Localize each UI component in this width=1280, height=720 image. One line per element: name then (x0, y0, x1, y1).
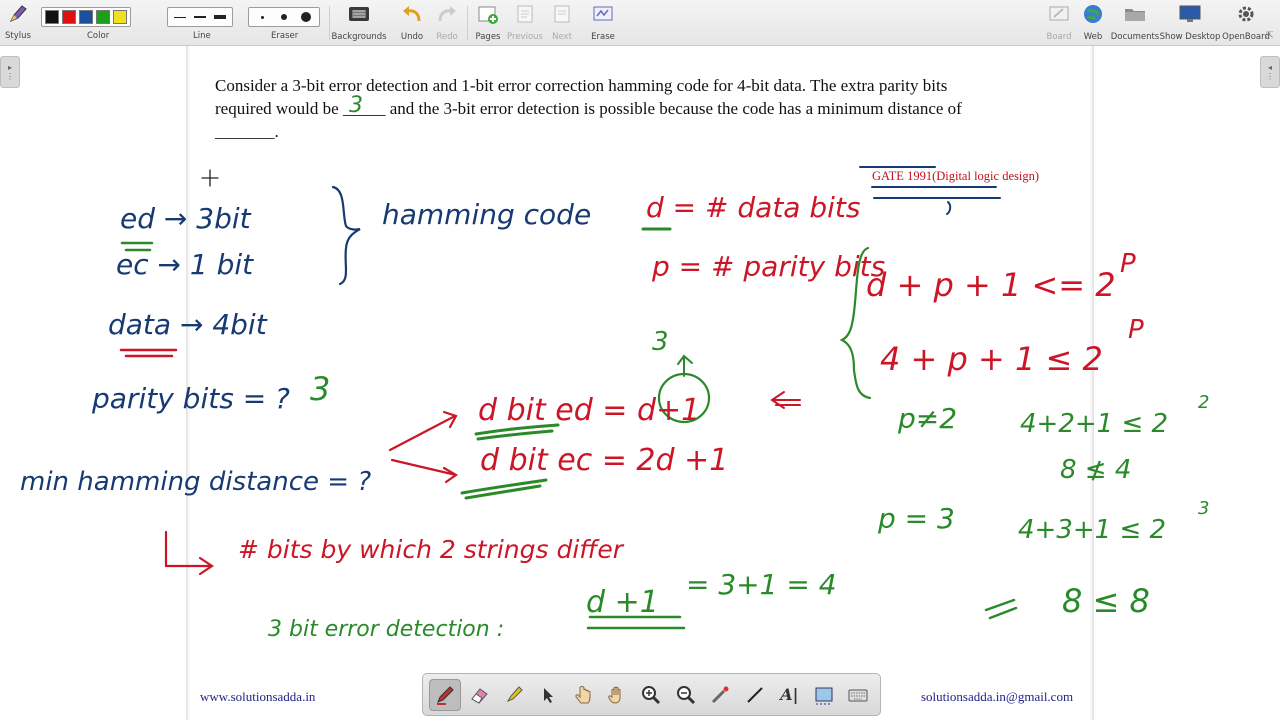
ink-arrow (677, 354, 693, 377)
select-tool-button[interactable] (532, 679, 563, 711)
ink-parity-answer: 3 (310, 370, 330, 408)
ink-exponent-p-1: P (1120, 249, 1136, 279)
ink-underline (119, 348, 178, 358)
hand-icon (608, 686, 621, 704)
ink-p-equals-3: p = 3 (877, 502, 955, 535)
eraser-icon (471, 687, 488, 704)
eraser-tool-button[interactable] (464, 679, 495, 711)
line-tool-button[interactable] (739, 679, 770, 711)
ink-3bit-detection: 3 bit error detection : (268, 617, 504, 642)
keyboard-icon (848, 689, 868, 701)
ink-d-plus-1: d +1 (586, 585, 659, 620)
interact-tool-button[interactable] (567, 679, 598, 711)
pen-icon (436, 685, 454, 705)
ink-bits-differ: # bits by which 2 strings differ (238, 535, 625, 564)
ink-result: = 3+1 = 4 (686, 568, 837, 601)
ink-eight-not-le-four: 8 ≰ 4 (1060, 455, 1131, 485)
laser-pointer-button[interactable] (705, 679, 736, 711)
ink-ec-1bit: ec → 1 bit (116, 248, 254, 281)
red-ink: d = # data bits p = # parity bits d + p … (238, 191, 1144, 564)
cursor-arrow-icon (544, 687, 554, 703)
ink-check-p2: 4+2+1 ≤ 2 (1020, 409, 1168, 439)
ink-exponent-p-2: P (1128, 315, 1144, 345)
ink-brace (331, 185, 361, 286)
ink-mark (946, 201, 952, 215)
ink-mark (984, 598, 1018, 620)
ink-parity-bits: parity bits = ? (91, 382, 290, 415)
laser-pointer-icon (712, 686, 729, 703)
ink-arrow (770, 391, 801, 409)
pen-tool-button[interactable] (429, 678, 461, 711)
footer-website: www.solutionsadda.in (200, 689, 316, 704)
cursor-crosshair-icon (201, 169, 219, 187)
ink-data-4bit: data → 4bit (108, 308, 268, 341)
ink-exponent-2: 2 (1198, 392, 1209, 413)
ink-eight-le-eight: 8 ≤ 8 (1062, 582, 1150, 620)
ink-exponent-3: 3 (1198, 498, 1209, 519)
footer-email: solutionsadda.in@gmail.com (921, 689, 1074, 704)
virtual-keyboard-button[interactable] (842, 679, 873, 711)
stylus-palette: A| (422, 673, 881, 716)
zoom-out-button[interactable] (670, 679, 701, 711)
highlighter-icon (506, 685, 523, 702)
ink-p-not-2: p≠2 (897, 402, 957, 435)
ink-inequality-1: d + p + 1 <= 2 (866, 266, 1116, 304)
text-tool-icon: A| (780, 685, 799, 704)
ink-layer: ed → 3bit ec → 1 bit hamming code data →… (20, 166, 1209, 642)
zoom-out-icon (676, 685, 695, 704)
ink-check-p3: 4+3+1 ≤ 2 (1018, 515, 1166, 545)
ink-dbit-ec: d bit ec = 2d +1 (480, 443, 728, 478)
text-tool-button[interactable]: A| (774, 679, 805, 711)
highlighter-tool-button[interactable] (498, 679, 529, 711)
capture-tool-button[interactable] (808, 679, 839, 711)
ink-hamming-code: hamming code (382, 198, 591, 231)
ink-arrow (388, 410, 458, 452)
hand-tool-button[interactable] (601, 679, 632, 711)
capture-icon (815, 687, 833, 704)
ink-ed-3bit: ed → 3bit (120, 202, 252, 235)
pointing-hand-icon (574, 685, 591, 703)
ink-highlight (460, 478, 548, 500)
ink-arrow (164, 530, 214, 576)
ink-arrow (390, 458, 459, 484)
ink-d-definition: d = # data bits (646, 191, 860, 224)
ink-three-top: 3 (652, 327, 669, 357)
zoom-in-button[interactable] (636, 679, 667, 711)
ink-inequality-2: 4 + p + 1 ≤ 2 (880, 340, 1103, 378)
zoom-in-icon (642, 685, 661, 704)
ink-p-definition: p = # parity bits (651, 250, 885, 283)
ink-dbit-ed: d bit ed = d+1 (478, 393, 700, 428)
ink-min-hamming-distance: min hamming distance = ? (20, 467, 371, 497)
line-icon (747, 686, 763, 703)
